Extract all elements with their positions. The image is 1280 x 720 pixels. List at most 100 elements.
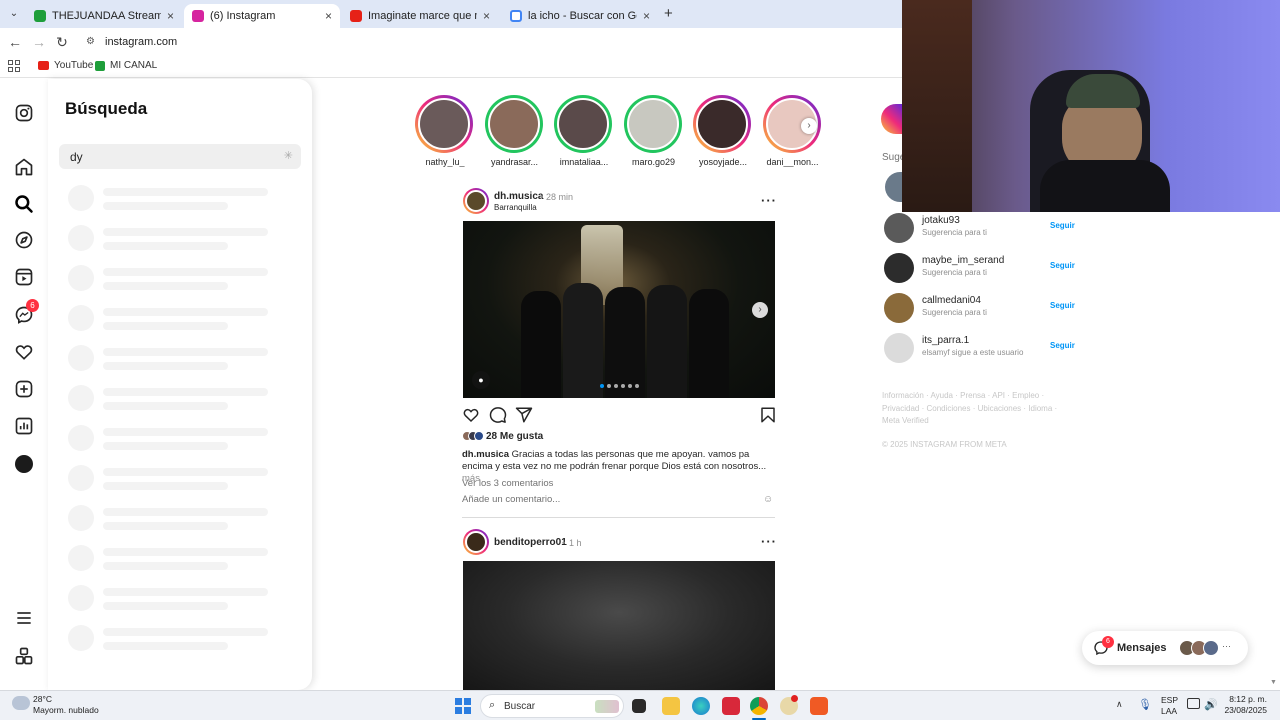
network-icon[interactable]	[1187, 698, 1200, 709]
file-explorer-icon[interactable]	[662, 697, 680, 715]
stories-next-icon[interactable]: ›	[801, 118, 817, 134]
reload-icon[interactable]: ↻	[53, 33, 71, 51]
story-username: maro.go29	[631, 157, 676, 167]
volume-icon[interactable]: 🔊	[1204, 698, 1218, 711]
story-item[interactable]: imnataliaa...	[554, 95, 614, 167]
clock-date[interactable]: 23/08/2025	[1222, 705, 1267, 715]
post-author-name[interactable]: dh.musica	[494, 191, 543, 202]
instagram-sidebar: 6	[0, 79, 48, 690]
skeleton-line	[103, 282, 228, 290]
story-item[interactable]: maro.go29	[623, 95, 684, 167]
follow-button[interactable]: Seguir	[1050, 261, 1075, 270]
story-username: nathy_lu_	[425, 157, 465, 167]
suggestions-avatar-partial[interactable]	[881, 104, 903, 134]
weather-icon[interactable]	[12, 696, 30, 710]
input-language-bottom[interactable]: LAA	[1161, 706, 1177, 716]
tray-chevron-icon[interactable]: ∧	[1116, 699, 1123, 710]
close-tab-icon[interactable]: ×	[483, 9, 490, 23]
close-tab-icon[interactable]: ×	[643, 9, 650, 23]
site-info-icon[interactable]: ⚙	[86, 36, 98, 48]
search-query: dy	[70, 150, 83, 164]
share-icon[interactable]	[515, 406, 533, 424]
suggestion-avatar[interactable]	[884, 213, 914, 243]
tagged-user-icon[interactable]: ●	[472, 371, 490, 389]
more-options-icon[interactable]: ···	[761, 193, 777, 208]
skeleton-line	[103, 548, 268, 556]
explore-icon[interactable]	[14, 230, 34, 250]
follow-button[interactable]: Seguir	[1050, 341, 1075, 350]
scroll-down-arrow-icon[interactable]: ▼	[1270, 679, 1277, 686]
story-item[interactable]: nathy_lu_	[415, 95, 475, 167]
comment-icon[interactable]	[489, 406, 507, 424]
suggestion-username[interactable]: its_parra.1	[922, 335, 969, 346]
save-icon[interactable]	[759, 406, 777, 424]
brave-icon[interactable]	[810, 697, 828, 715]
profile-avatar[interactable]	[14, 454, 34, 474]
url-field[interactable]: instagram.com	[105, 36, 177, 48]
close-tab-icon[interactable]: ×	[167, 9, 174, 23]
forward-icon[interactable]: →	[30, 33, 48, 51]
browser-tab-youtube[interactable]: Imaginate marce que me van a ×	[342, 4, 498, 28]
suggestion-username[interactable]: jotaku93	[922, 215, 960, 226]
messages-label: Mensajes	[1117, 642, 1167, 654]
back-icon[interactable]: ←	[6, 33, 24, 51]
post-image[interactable]: › ●	[463, 221, 775, 398]
likes-count[interactable]: 28 Me gusta	[486, 431, 543, 442]
view-comments-link[interactable]: Ver los 3 comentarios	[462, 478, 553, 489]
messenger-icon[interactable]: 6	[14, 299, 39, 325]
suggestion-username[interactable]: callmedani04	[922, 295, 981, 306]
taskbar-search-box[interactable]: ⌕ Buscar	[480, 694, 624, 718]
follow-button[interactable]: Seguir	[1050, 221, 1075, 230]
story-item[interactable]: yandrasar...	[484, 95, 545, 167]
threads-icon[interactable]	[14, 646, 34, 666]
menu-icon[interactable]	[14, 608, 34, 628]
post-author-avatar[interactable]	[463, 529, 489, 555]
bookmark-youtube[interactable]: YouTube	[38, 60, 93, 71]
dashboard-icon[interactable]	[14, 416, 34, 436]
task-view-icon[interactable]	[632, 699, 646, 713]
taskbar-search-placeholder: Buscar	[504, 701, 536, 712]
close-tab-icon[interactable]: ×	[325, 9, 332, 23]
add-comment-input[interactable]: Añade un comentario...	[462, 494, 560, 505]
input-language-top[interactable]: ESP	[1161, 695, 1178, 705]
clock-time[interactable]: 8:12 p. m.	[1222, 694, 1267, 704]
story-item[interactable]: yosoyjade...	[693, 95, 753, 167]
post-image[interactable]	[463, 561, 775, 690]
create-icon[interactable]	[14, 379, 34, 399]
suggestion-avatar[interactable]	[884, 333, 914, 363]
suggestion-avatar-partial[interactable]	[885, 172, 902, 202]
post-author-name[interactable]: benditoperro01	[494, 537, 567, 548]
carousel-next-icon[interactable]: ›	[752, 302, 768, 318]
suggestion-avatar[interactable]	[884, 293, 914, 323]
post-time: 28 min	[546, 192, 574, 202]
edge-icon[interactable]	[692, 697, 710, 715]
footer-links[interactable]: Información · Ayuda · Prensa · API · Emp…	[882, 390, 1062, 428]
apps-grid-icon[interactable]	[8, 60, 20, 72]
search-input[interactable]: dy ✳	[59, 144, 301, 169]
home-icon[interactable]	[14, 157, 34, 177]
browser-tab-stream[interactable]: THEJUANDAA Stream - Watch L ×	[26, 4, 182, 28]
browser-tab-instagram[interactable]: (6) Instagram ×	[184, 4, 340, 28]
microphone-icon[interactable]: 🎙	[1138, 698, 1152, 711]
chrome-icon[interactable]	[750, 697, 768, 715]
like-icon[interactable]	[462, 406, 480, 424]
reels-icon[interactable]	[14, 267, 34, 287]
app-red-icon[interactable]	[722, 697, 740, 715]
post-author-avatar[interactable]	[463, 188, 489, 214]
suggestion-username[interactable]: maybe_im_serand	[922, 255, 1004, 266]
post-location[interactable]: Barranquilla	[494, 203, 537, 212]
emoji-icon[interactable]: ☺	[763, 494, 773, 505]
follow-button[interactable]: Seguir	[1050, 301, 1075, 310]
suggestion-avatar[interactable]	[884, 253, 914, 283]
new-tab-icon[interactable]: +	[664, 5, 673, 22]
more-options-icon[interactable]: ···	[761, 534, 777, 549]
messages-button[interactable]: 6 Mensajes ···	[1082, 631, 1248, 665]
caption-author[interactable]: dh.musica	[462, 449, 509, 460]
search-icon[interactable]	[14, 194, 34, 214]
tab-list-chevron-icon[interactable]: ⌄	[6, 6, 22, 22]
browser-tab-google[interactable]: la icho - Buscar con Google ×	[502, 4, 658, 28]
instagram-icon[interactable]	[14, 103, 34, 123]
bookmark-mi-canal[interactable]: MI CANAL	[95, 60, 157, 71]
windows-start-icon[interactable]	[455, 698, 471, 714]
heart-icon[interactable]	[14, 342, 34, 362]
